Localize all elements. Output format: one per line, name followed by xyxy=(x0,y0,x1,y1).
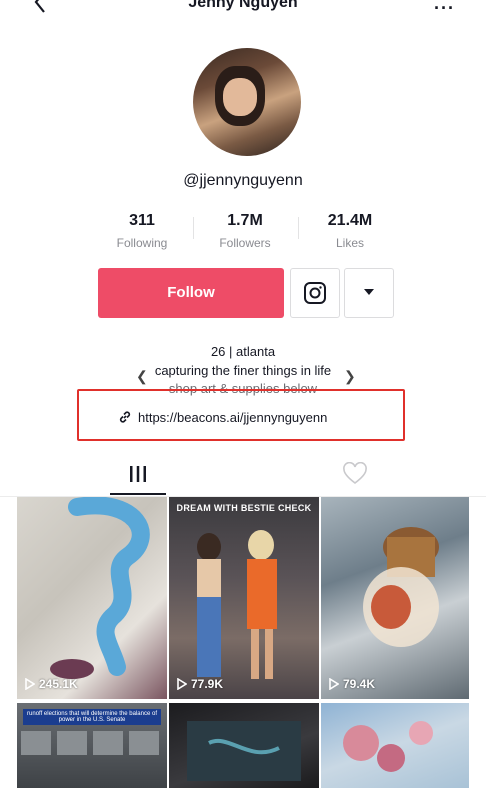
profile-tabs xyxy=(0,452,486,497)
flowers-graphic xyxy=(343,721,433,772)
suggested-accounts-button[interactable] xyxy=(344,268,394,318)
stat-value: 1.7M xyxy=(227,212,263,229)
stat-label: Followers xyxy=(219,236,271,250)
play-icon xyxy=(177,678,187,690)
drink-graphic xyxy=(363,527,439,647)
play-icon xyxy=(25,678,35,690)
profile-name-title: Jenny Nguyen xyxy=(188,0,298,11)
view-count: 79.4K xyxy=(329,677,375,691)
video-thumbnail[interactable] xyxy=(169,703,319,788)
view-count-text: 245.1K xyxy=(39,677,78,691)
drawers-graphic xyxy=(21,731,159,755)
avatar xyxy=(193,48,301,156)
stat-value: 311 xyxy=(129,212,155,229)
link-icon xyxy=(119,411,131,423)
view-count-text: 77.9K xyxy=(191,677,224,691)
video-thumbnail[interactable] xyxy=(321,703,469,788)
follow-button[interactable]: Follow xyxy=(98,268,284,318)
view-count-text: 79.4K xyxy=(343,677,376,691)
stat-divider xyxy=(298,217,299,239)
decoration-icon: ❮ xyxy=(136,368,148,384)
stat-label: Following xyxy=(116,236,168,250)
video-thumbnail[interactable]: 245.1K xyxy=(17,497,167,699)
stat-value: 21.4M xyxy=(327,212,373,229)
tab-liked[interactable] xyxy=(341,461,369,486)
people-graphic xyxy=(197,530,277,679)
more-options-icon[interactable]: ··· xyxy=(434,0,455,19)
play-icon xyxy=(329,678,339,690)
top-bar: Jenny Nguyen ··· xyxy=(0,0,486,22)
tab-videos[interactable] xyxy=(110,460,166,494)
decoration-icon: ❯ xyxy=(344,368,356,384)
video-thumbnail[interactable]: runoff elections that will determine the… xyxy=(17,703,167,788)
stat-label: Likes xyxy=(335,236,364,250)
stat-following[interactable]: 311 Following xyxy=(92,212,192,250)
active-tab-indicator xyxy=(110,493,166,495)
stat-divider xyxy=(193,217,194,239)
instagram-icon xyxy=(304,282,326,304)
map-graphic xyxy=(187,721,301,781)
video-thumbnail[interactable]: 79.4K xyxy=(321,497,469,699)
bio-line: capturing the finer things in life xyxy=(154,363,332,378)
paint-swirl-graphic xyxy=(50,497,150,679)
instagram-button[interactable] xyxy=(290,268,340,318)
bio-line: 26 | atlanta xyxy=(210,344,276,359)
bio-link-text[interactable]: https://beacons.ai/jjennynguyenn xyxy=(138,410,327,425)
username: @jjennynguyenn xyxy=(183,172,303,189)
stat-followers[interactable]: 1.7M Followers xyxy=(195,212,295,250)
view-count: 77.9K xyxy=(177,677,223,691)
stat-likes: 21.4M Likes xyxy=(300,212,400,250)
heart-outline-icon xyxy=(343,461,367,485)
video-thumbnail[interactable]: DREAM WITH BESTIE CHECK 77.9K xyxy=(169,497,319,699)
caret-down-icon xyxy=(364,289,374,295)
view-count: 245.1K xyxy=(25,677,78,691)
grid-bars-icon xyxy=(130,466,146,482)
bio-link[interactable]: https://beacons.ai/jjennynguyenn xyxy=(118,408,327,426)
